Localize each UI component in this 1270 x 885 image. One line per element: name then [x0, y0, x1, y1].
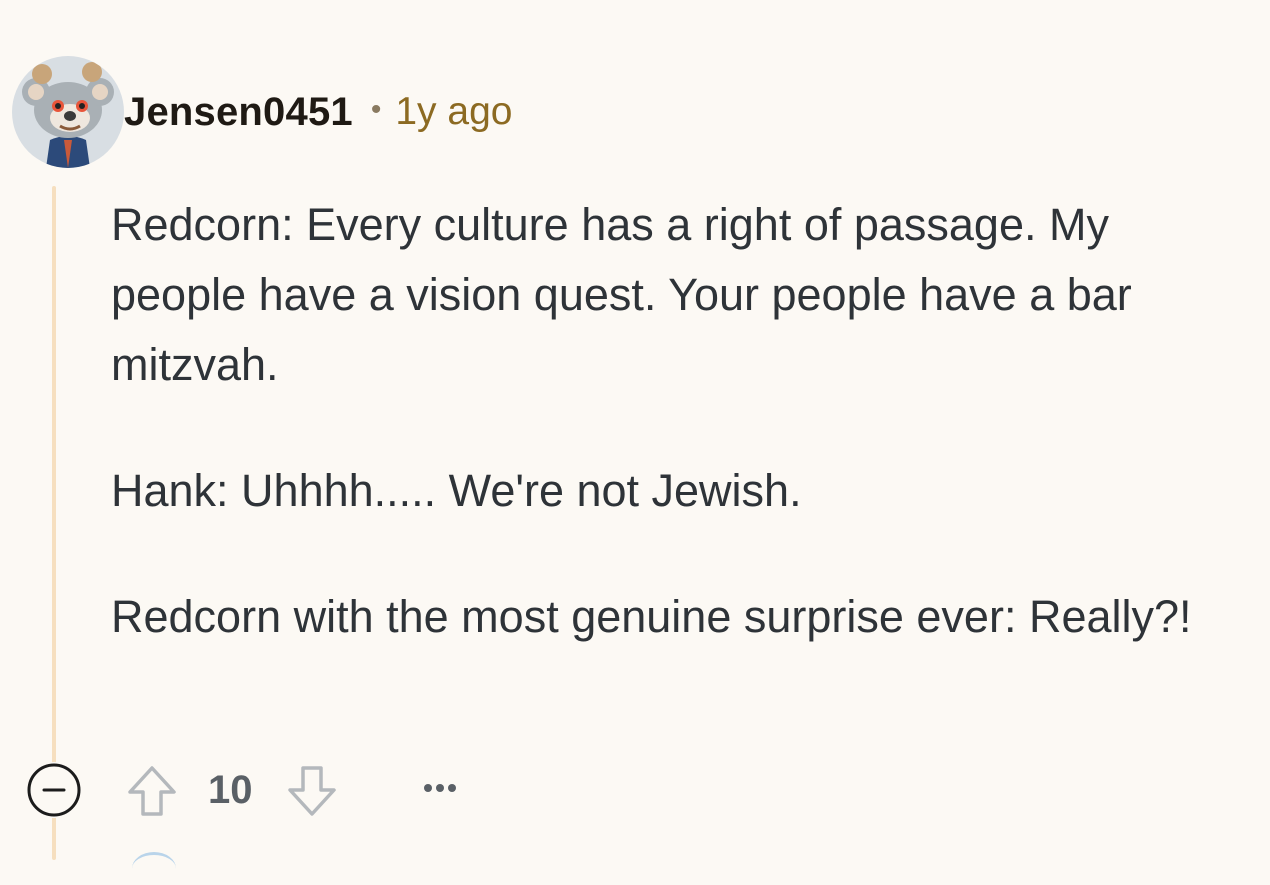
- user-avatar[interactable]: [12, 56, 124, 168]
- downvote-button[interactable]: [284, 762, 340, 818]
- comment-paragraph: Hank: Uhhhh..... We're not Jewish.: [111, 465, 802, 516]
- snoo-koala-avatar-icon: [12, 56, 124, 168]
- upvote-button[interactable]: [124, 762, 180, 818]
- comment-body: Redcorn: Every culture has a right of pa…: [111, 190, 1251, 652]
- vote-score: 10: [208, 768, 253, 812]
- downvote-arrow-icon: [288, 766, 336, 816]
- more-options-button[interactable]: [416, 764, 464, 812]
- next-reply-avatar-edge: [132, 852, 176, 885]
- collapse-thread-button[interactable]: [26, 762, 82, 818]
- meta-separator: •: [370, 93, 382, 126]
- username-link[interactable]: Jensen0451: [124, 90, 353, 135]
- comment-timestamp[interactable]: 1y ago: [395, 90, 512, 134]
- comment-thread-line[interactable]: [52, 186, 56, 860]
- comment-action-bar: 10: [0, 760, 600, 820]
- upvote-arrow-icon: [128, 766, 176, 816]
- collapse-minus-icon: [27, 763, 81, 817]
- comment-paragraph: Redcorn: Every culture has a right of pa…: [111, 199, 1132, 390]
- comment-header: Jensen0451 • 1y ago: [124, 84, 512, 140]
- more-options-icon: [424, 784, 456, 792]
- comment-paragraph: Redcorn with the most genuine surprise e…: [111, 591, 1192, 642]
